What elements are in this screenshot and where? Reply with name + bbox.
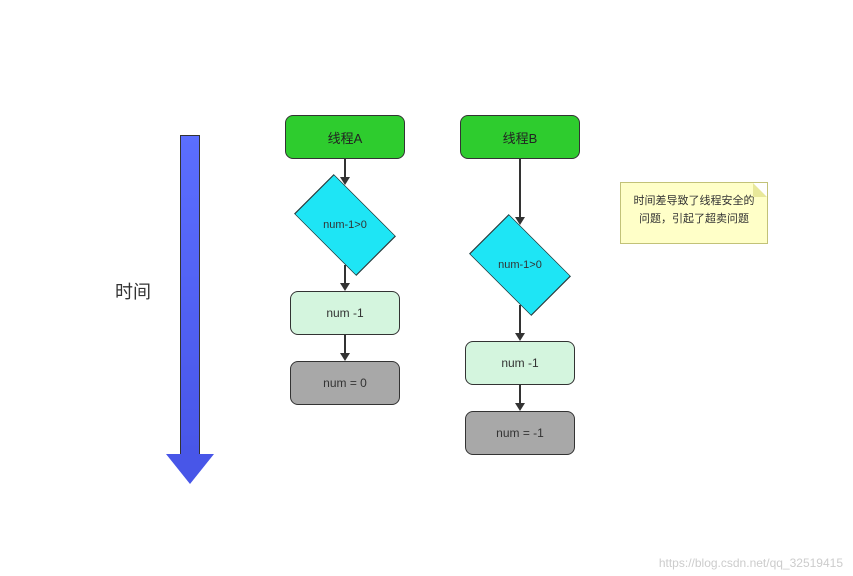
arrow-down-icon xyxy=(340,353,350,361)
arrow-body xyxy=(180,135,200,455)
connector xyxy=(285,335,405,361)
thread-a-process-text: num -1 xyxy=(326,306,363,320)
arrow-head-icon xyxy=(166,454,214,484)
connector xyxy=(460,385,580,411)
arrow-down-icon xyxy=(515,403,525,411)
arrow-down-icon xyxy=(515,333,525,341)
thread-b-decision-text: num-1>0 xyxy=(498,259,542,271)
thread-a-column: 线程A num-1>0 num -1 num = 0 xyxy=(285,115,405,405)
thread-a-process: num -1 xyxy=(290,291,400,335)
thread-b-result: num = -1 xyxy=(465,411,575,455)
thread-b-process: num -1 xyxy=(465,341,575,385)
connector xyxy=(285,265,405,291)
note-line2: 问题，引起了超卖问题 xyxy=(639,213,749,225)
thread-a-decision: num-1>0 xyxy=(285,185,405,265)
time-arrow xyxy=(180,135,214,484)
time-label: 时间 xyxy=(115,278,151,304)
thread-b-column: 线程B num-1>0 num -1 num = -1 xyxy=(460,115,580,455)
thread-b-result-text: num = -1 xyxy=(496,426,544,440)
fold-corner-icon xyxy=(753,183,767,197)
diagram-canvas: 时间 线程A num-1>0 num -1 num = 0 xyxy=(0,0,853,576)
annotation-note: 时间差导致了线程安全的 问题，引起了超卖问题 xyxy=(620,182,768,244)
watermark: https://blog.csdn.net/qq_32519415 xyxy=(659,556,843,570)
thread-a-start: 线程A xyxy=(285,115,405,159)
note-line1: 时间差导致了线程安全的 xyxy=(634,195,755,207)
connector xyxy=(460,305,580,341)
thread-a-result-text: num = 0 xyxy=(323,376,367,390)
connector xyxy=(285,159,405,185)
thread-a-result: num = 0 xyxy=(290,361,400,405)
thread-b-start: 线程B xyxy=(460,115,580,159)
thread-a-title: 线程A xyxy=(328,128,363,147)
arrow-down-icon xyxy=(340,283,350,291)
thread-b-decision: num-1>0 xyxy=(460,225,580,305)
thread-b-process-text: num -1 xyxy=(501,356,538,370)
thread-b-title: 线程B xyxy=(503,128,538,147)
thread-a-decision-text: num-1>0 xyxy=(323,219,367,231)
connector xyxy=(460,159,580,225)
